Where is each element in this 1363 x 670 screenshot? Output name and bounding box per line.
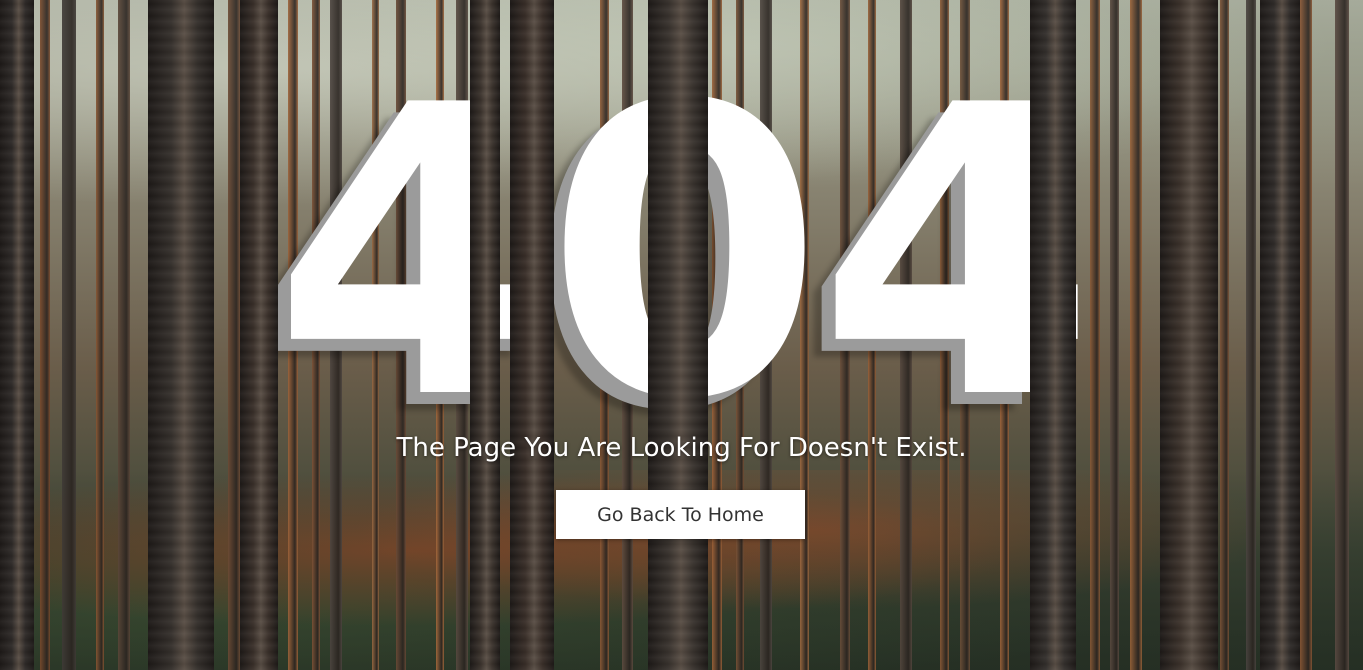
tree-trunk-foreground [648, 0, 708, 670]
go-back-home-button[interactable]: Go Back To Home [556, 490, 805, 539]
tree-trunk-foreground [1260, 0, 1300, 670]
tree-trunk-foreground [1160, 0, 1218, 670]
tree-trunk-foreground [0, 0, 34, 670]
tree-trunk-foreground [240, 0, 278, 670]
tree-trunk-foreground [148, 0, 214, 670]
error-message: The Page You Are Looking For Doesn't Exi… [396, 433, 967, 463]
tree-trunk-foreground [510, 0, 554, 670]
tree-trunk-foreground [470, 0, 500, 670]
tree-trunk-foreground [1030, 0, 1076, 670]
